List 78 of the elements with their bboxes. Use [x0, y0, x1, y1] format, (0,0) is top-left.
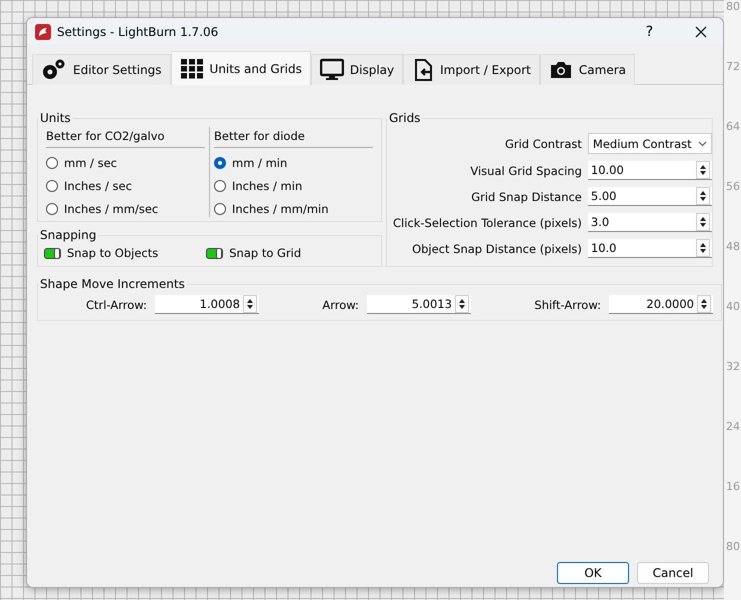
window-title: Settings - LightBurn 1.7.06: [57, 25, 220, 39]
gears-icon: [41, 59, 67, 81]
close-icon[interactable]: [694, 26, 706, 38]
radio-option[interactable]: Inches / mm/sec: [46, 201, 205, 217]
ruler-label: 72: [725, 60, 741, 75]
toggle-switch[interactable]: [44, 248, 61, 258]
radio-label: Inches / min: [232, 179, 302, 193]
group-title: Snapping: [39, 228, 98, 242]
field-label: Grid Snap Distance: [470, 190, 582, 204]
tab[interactable]: Units and Grids: [170, 51, 311, 85]
ruler-label: 24: [725, 420, 741, 435]
spinner-arrows-icon[interactable]: [696, 187, 710, 205]
tab[interactable]: Import / Export: [403, 54, 540, 85]
number-field[interactable]: 3.0: [588, 213, 712, 232]
ruler-label: 40: [725, 300, 741, 315]
radio-label: mm / min: [232, 156, 288, 170]
help-button[interactable]: ?: [627, 18, 672, 46]
field-label: Visual Grid Spacing: [469, 164, 582, 178]
spinner-arrows-icon[interactable]: [696, 239, 710, 257]
radio-label: mm / sec: [64, 156, 117, 170]
tab[interactable]: Editor Settings: [32, 54, 171, 85]
toggle-label: Snap to Objects: [67, 246, 158, 260]
ruler-label: 80: [725, 540, 741, 555]
toggle-label: Snap to Grid: [229, 246, 302, 260]
column-heading: Better for CO2/galvo: [46, 127, 205, 148]
field-label: Shift-Arrow:: [534, 298, 601, 312]
grid-icon: [180, 58, 204, 80]
field-label: Arrow:: [322, 298, 359, 312]
spinner-arrows-icon[interactable]: [454, 295, 469, 313]
group-title: Grids: [388, 111, 422, 125]
ruler-label: 32: [725, 360, 741, 375]
spinner-arrows-icon[interactable]: [696, 161, 710, 179]
radio-circle-icon[interactable]: [46, 180, 58, 192]
field-label: Click-Selection Tolerance (pixels): [393, 216, 582, 230]
contrast-dropdown[interactable]: Medium Contrast: [588, 133, 712, 154]
ruler-label: 16: [725, 480, 741, 495]
radio-circle-icon[interactable]: [214, 203, 226, 215]
chevron-down-icon[interactable]: [698, 140, 707, 146]
number-field[interactable]: 1.0008: [154, 295, 259, 314]
ruler-label: 64: [725, 120, 741, 135]
ruler-label: 56: [725, 180, 741, 195]
radio-label: Inches / sec: [64, 179, 132, 193]
camera-icon: [548, 60, 573, 80]
tab[interactable]: Camera: [540, 54, 635, 85]
radio-option[interactable]: mm / min: [214, 155, 373, 171]
tab[interactable]: Display: [310, 54, 404, 85]
number-field[interactable]: 5.0013: [366, 295, 471, 314]
field-label: Ctrl-Arrow:: [86, 298, 147, 312]
radio-label: Inches / mm/min: [232, 202, 329, 216]
field-label: Grid Contrast: [504, 136, 582, 150]
number-field[interactable]: 10.0: [588, 239, 712, 258]
monitor-icon: [320, 58, 344, 82]
toggle-switch[interactable]: [206, 248, 224, 258]
number-field[interactable]: 5.00: [588, 187, 712, 206]
number-field[interactable]: 20.0000: [608, 295, 713, 314]
spinner-arrows-icon[interactable]: [696, 295, 711, 313]
radio-label: Inches / mm/sec: [64, 202, 158, 216]
ruler-label: 80: [725, 0, 741, 15]
radio-option[interactable]: mm / sec: [46, 155, 205, 171]
radio-option[interactable]: Inches / sec: [46, 178, 205, 194]
group-title: Shape Move Increments: [39, 277, 186, 291]
spinner-arrows-icon[interactable]: [696, 213, 710, 231]
radio-circle-icon[interactable]: [214, 157, 226, 169]
dialog-button[interactable]: OK: [557, 562, 629, 584]
radio-option[interactable]: Inches / min: [214, 178, 373, 194]
field-label: Object Snap Distance (pixels): [411, 242, 582, 256]
column-heading: Better for diode: [214, 127, 373, 148]
document-arrow-icon: [412, 58, 434, 82]
radio-circle-icon[interactable]: [214, 180, 226, 192]
radio-option[interactable]: Inches / mm/min: [214, 201, 373, 217]
radio-circle-icon[interactable]: [46, 203, 58, 215]
number-field[interactable]: 10.00: [588, 161, 712, 180]
app-logo-icon: [35, 24, 51, 40]
dialog-button[interactable]: Cancel: [637, 562, 709, 584]
spinner-arrows-icon[interactable]: [242, 295, 257, 313]
radio-circle-icon[interactable]: [46, 157, 58, 169]
group-title: Units: [39, 111, 72, 125]
ruler-label: 48: [725, 240, 741, 255]
